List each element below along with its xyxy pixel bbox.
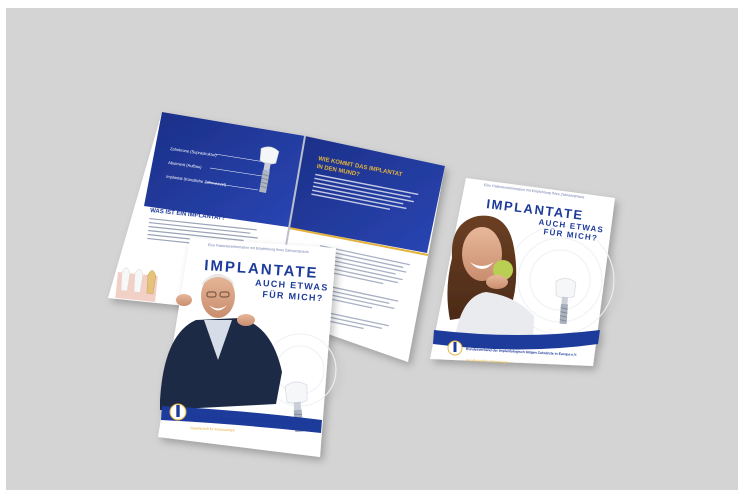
cover-right-logo: [447, 340, 463, 356]
cover-front-logo: [169, 403, 187, 421]
brochure-scene: Zahnkrone (Suprastruktur) Abutment (Aufb…: [108, 112, 615, 457]
photo-frame: Zahnkrone (Suprastruktur) Abutment (Aufb…: [0, 0, 744, 498]
cover-right-org-sub: Gesellschaft für Implantologie: [466, 358, 508, 364]
cover-right: Eine Patienteninformation mit Empfehlung…: [430, 178, 615, 366]
